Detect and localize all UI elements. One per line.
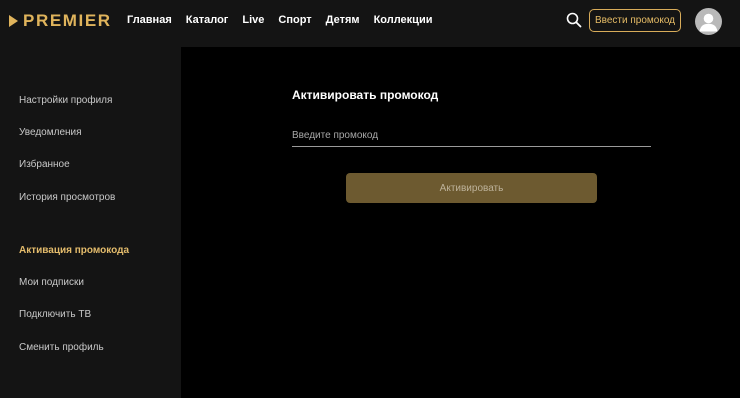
play-triangle-icon bbox=[9, 15, 18, 27]
divider bbox=[181, 47, 193, 398]
enter-promo-button[interactable]: Ввести промокод bbox=[589, 9, 681, 32]
promo-code-input[interactable] bbox=[292, 125, 651, 147]
main-content: Активировать промокод Активировать bbox=[193, 47, 740, 398]
sidebar-item-connect-tv[interactable]: Подключить ТВ bbox=[19, 309, 91, 320]
nav-item-sport[interactable]: Спорт bbox=[278, 14, 311, 26]
nav-item-home[interactable]: Главная bbox=[127, 14, 172, 26]
sidebar-item-my-subscriptions[interactable]: Мои подписки bbox=[19, 277, 84, 288]
sidebar-item-switch-profile[interactable]: Сменить профиль bbox=[19, 342, 104, 353]
nav-item-catalog[interactable]: Каталог bbox=[186, 14, 229, 26]
sidebar-item-promo-activation[interactable]: Активация промокода bbox=[19, 245, 129, 256]
premier-logo[interactable]: PREMIER bbox=[9, 11, 112, 31]
page-title: Активировать промокод bbox=[292, 88, 439, 102]
main-nav: Главная Каталог Live Спорт Детям Коллекц… bbox=[127, 14, 446, 26]
top-header: PREMIER Главная Каталог Live Спорт Детям… bbox=[0, 0, 740, 47]
sidebar-item-profile-settings[interactable]: Настройки профиля bbox=[19, 95, 112, 106]
activate-button[interactable]: Активировать bbox=[346, 173, 597, 203]
nav-item-live[interactable]: Live bbox=[242, 14, 264, 26]
nav-item-collections[interactable]: Коллекции bbox=[374, 14, 433, 26]
nav-item-kids[interactable]: Детям bbox=[326, 14, 360, 26]
profile-sidebar: Настройки профиля Уведомления Избранное … bbox=[0, 47, 181, 398]
sidebar-item-notifications[interactable]: Уведомления bbox=[19, 127, 82, 138]
user-avatar-icon[interactable] bbox=[695, 8, 722, 35]
sidebar-item-favorites[interactable]: Избранное bbox=[19, 159, 70, 170]
sidebar-item-watch-history[interactable]: История просмотров bbox=[19, 192, 115, 203]
logo-text: PREMIER bbox=[23, 11, 112, 30]
search-icon[interactable] bbox=[566, 12, 582, 28]
